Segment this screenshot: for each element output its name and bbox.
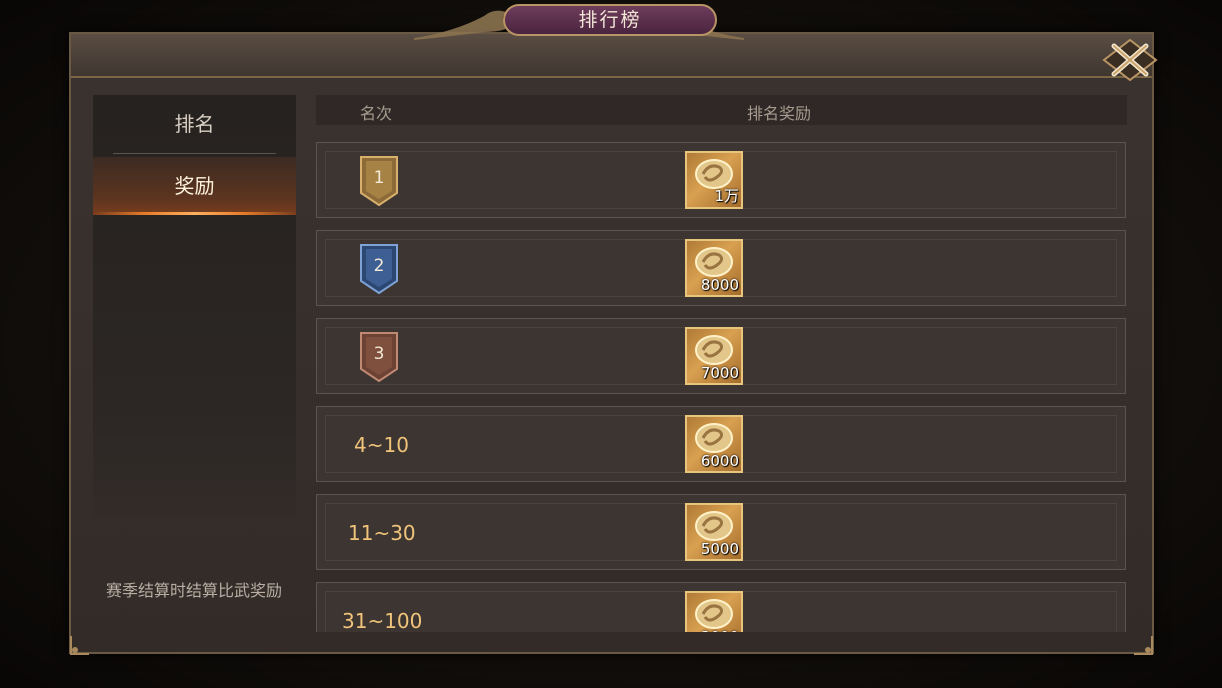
reward-item[interactable]: 1万: [685, 151, 743, 209]
reward-item[interactable]: 5000: [685, 503, 743, 561]
table-row: 1 1万: [316, 142, 1126, 218]
reward-quantity: 3000: [701, 628, 739, 632]
reward-item[interactable]: 8000: [685, 239, 743, 297]
gold-rank-badge: 1: [358, 153, 400, 207]
reward-item[interactable]: 6000: [685, 415, 743, 473]
table-row: 31~100 3000: [316, 582, 1126, 632]
reward-quantity: 8000: [700, 276, 739, 294]
column-header-reward: 排名奖励: [747, 104, 812, 123]
rank-range: 11~30: [348, 521, 416, 545]
rank-range: 31~100: [342, 609, 423, 632]
coin-icon: [695, 423, 733, 453]
coin-icon: [695, 599, 733, 629]
coin-icon: [695, 335, 733, 365]
rank-number: 1: [373, 168, 385, 188]
reward-item[interactable]: 3000: [685, 591, 743, 632]
reward-item[interactable]: 7000: [685, 327, 743, 385]
reward-quantity: 1万: [714, 187, 739, 205]
tab-ranking[interactable]: 排名: [93, 95, 296, 153]
page-title: 排行榜: [503, 4, 717, 36]
table-row: 3 7000: [316, 318, 1126, 394]
column-header-rank: 名次: [360, 104, 393, 123]
corner-ornament-icon: [1134, 636, 1153, 655]
bronze-rank-badge: 3: [358, 329, 400, 383]
table-row: 11~30 5000: [316, 494, 1126, 570]
sidebar-divider: [113, 153, 276, 154]
tab-rewards-label: 奖励: [174, 174, 215, 198]
reward-quantity: 6000: [700, 452, 739, 470]
table-header: [316, 95, 1127, 125]
rank-number: 2: [373, 256, 385, 276]
reward-quantity: 7000: [700, 364, 739, 382]
blue-rank-badge: 2: [358, 241, 400, 295]
reward-list[interactable]: 1 1万 2 8000 3 7000 4~10 6000 11~30 5000 …: [316, 142, 1128, 632]
table-row: 4~10 6000: [316, 406, 1126, 482]
table-row: 2 8000: [316, 230, 1126, 306]
tab-ranking-label: 排名: [174, 112, 215, 136]
sidebar-lower-panel: [93, 417, 296, 520]
corner-ornament-icon: [70, 636, 89, 655]
close-icon: [1102, 38, 1158, 82]
sidebar: 排名 奖励: [93, 95, 296, 417]
tab-rewards[interactable]: 奖励: [93, 157, 296, 215]
season-settlement-note: 赛季结算时结算比武奖励: [105, 581, 282, 600]
rank-range: 4~10: [354, 433, 409, 457]
reward-quantity: 5000: [700, 540, 739, 558]
coin-icon: [695, 511, 733, 541]
close-button[interactable]: [1100, 36, 1160, 84]
rank-number: 3: [373, 344, 385, 364]
coin-icon: [695, 247, 733, 277]
